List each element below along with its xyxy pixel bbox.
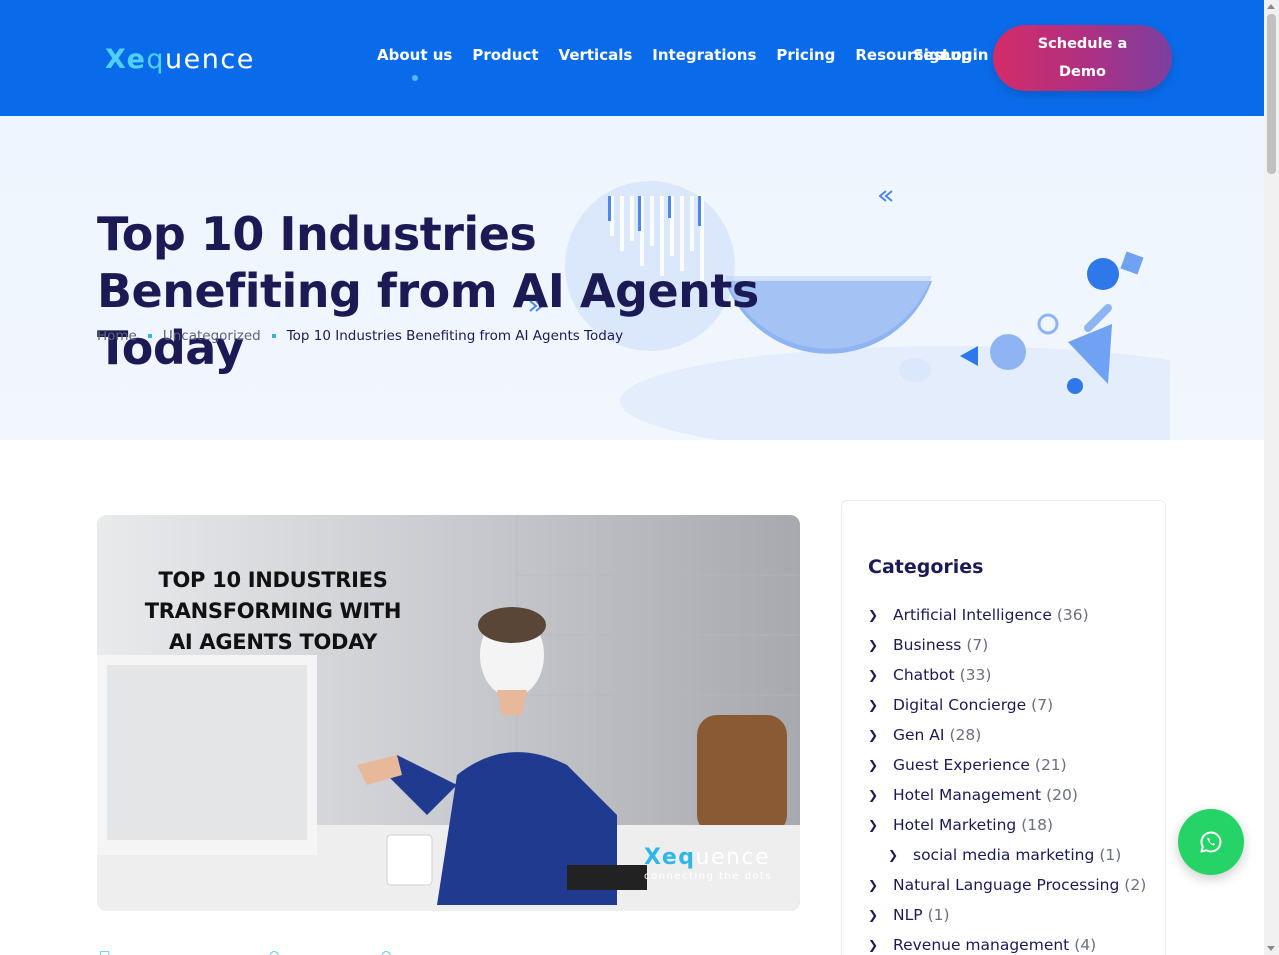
headline-line1: TOP 10 INDUSTRIES (158, 568, 388, 592)
chevron-right-icon: ❯ (888, 848, 899, 862)
featured-image-logo: Xequence (644, 845, 770, 870)
feature-logo-prefix: Xe (644, 845, 679, 870)
chevron-right-icon: ❯ (868, 728, 879, 742)
breadcrumb-home[interactable]: Home (97, 328, 137, 344)
breadcrumb: Home Uncategorized Top 10 Industries Ben… (97, 328, 623, 344)
breadcrumb-category[interactable]: Uncategorized (163, 328, 261, 344)
headline-line2: TRANSFORMING WITH (144, 599, 402, 623)
headline-line3: AI AGENTS TODAY (168, 630, 378, 654)
feature-logo-mid: q (678, 845, 696, 870)
nav-login[interactable]: Login (942, 46, 988, 64)
category-item[interactable]: ❯ Revenue management (4) (868, 930, 1146, 955)
main-nav: About us Product Verticals Integrations … (377, 46, 962, 81)
site-logo[interactable]: Xequence (105, 44, 255, 75)
user-icon: ○ (269, 948, 280, 955)
category-name: Revenue management (893, 936, 1070, 954)
featured-image-tagline: connecting the dots (644, 871, 773, 882)
page-scrollbar[interactable] (1264, 0, 1279, 955)
whatsapp-chat-button[interactable] (1178, 809, 1244, 875)
category-name: Gen AI (893, 726, 945, 744)
category-count: (33) (959, 666, 992, 684)
category-count: (20) (1046, 786, 1078, 804)
scrollbar-thumb[interactable] (1267, 14, 1276, 174)
category-name: Chatbot (893, 666, 955, 684)
category-name: Hotel Marketing (893, 816, 1017, 834)
feature-logo-suffix: uence (695, 845, 771, 870)
category-name: Business (893, 636, 962, 654)
chevron-right-icon: ❯ (868, 878, 879, 892)
category-list: ❯ Artificial Intelligence (36) ❯ Business (7… (868, 600, 1146, 955)
comment-icon: ○ (381, 948, 392, 955)
category-name: Artificial Intelligence (893, 606, 1052, 624)
scroll-down-arrow-icon[interactable] (1267, 946, 1275, 951)
sidebar-title: Categories (868, 556, 984, 578)
category-item[interactable]: ❯ Hotel Management (20) (868, 780, 1146, 810)
category-name: Hotel Management (893, 786, 1042, 804)
nav-pricing[interactable]: Pricing (776, 46, 835, 64)
chevron-right-icon: ❯ (868, 698, 879, 712)
logo-suffix: uence (165, 43, 255, 75)
category-name: social media marketing (913, 846, 1095, 864)
calendar-icon: □ (99, 948, 111, 955)
category-item[interactable]: ❯ Hotel Marketing (18) (868, 810, 1146, 840)
chevron-right-icon: ❯ (868, 908, 879, 922)
category-item[interactable]: ❯ Artificial Intelligence (36) (868, 600, 1146, 630)
category-count: (21) (1034, 756, 1067, 774)
chevron-right-icon: ❯ (868, 668, 879, 682)
category-item[interactable]: ❯ Chatbot (33) (868, 660, 1146, 690)
chevron-right-icon: ❯ (868, 788, 879, 802)
category-name: Digital Concierge (893, 696, 1027, 714)
schedule-demo-button[interactable]: Schedule a Demo (993, 25, 1172, 91)
page-title: Top 10 Industries Benefiting from AI Age… (97, 207, 759, 375)
category-name: Guest Experience (893, 756, 1030, 774)
cta-line1: Schedule a (1037, 36, 1128, 52)
logo-mid: q (146, 43, 166, 75)
breadcrumb-separator (147, 334, 152, 338)
category-item-sub[interactable]: ❯ social media marketing (1) (868, 840, 1146, 870)
category-item[interactable]: ❯ Gen AI (28) (868, 720, 1146, 750)
page-hero: Top 10 Industries Benefiting from AI Age… (0, 116, 1264, 440)
chevron-right-icon: ❯ (868, 608, 879, 622)
logo-prefix: Xe (105, 43, 147, 75)
featured-image-headline: TOP 10 INDUSTRIES TRANSFORMING WITH AI A… (133, 565, 413, 658)
logo-text: Xequence (105, 44, 255, 75)
cta-line2: Demo (1059, 64, 1106, 80)
category-name: NLP (893, 906, 923, 924)
category-count: (7) (1031, 696, 1054, 714)
category-item[interactable]: ❯ NLP (1) (868, 900, 1146, 930)
nav-verticals[interactable]: Verticals (559, 46, 633, 64)
sidebar-categories-widget: Categories ❯ Artificial Intelligence (36) … (841, 500, 1166, 955)
breadcrumb-current: Top 10 Industries Benefiting from AI Age… (286, 328, 624, 344)
category-count: (2) (1124, 876, 1147, 894)
featured-image[interactable]: TOP 10 INDUSTRIES TRANSFORMING WITH AI A… (97, 515, 800, 911)
category-item[interactable]: ❯ Guest Experience (21) (868, 750, 1146, 780)
site-header: Xequence About us Product Verticals Inte… (0, 0, 1264, 116)
category-count: (4) (1074, 936, 1097, 954)
scroll-up-arrow-icon[interactable] (1267, 4, 1275, 9)
category-item[interactable]: ❯ Business (7) (868, 630, 1146, 660)
nav-integrations[interactable]: Integrations (652, 46, 756, 64)
category-count: (7) (966, 636, 989, 654)
category-name: Natural Language Processing (893, 876, 1120, 894)
chevron-right-icon: ❯ (868, 938, 879, 952)
category-count: (28) (949, 726, 982, 744)
whatsapp-icon (1200, 831, 1222, 853)
category-count: (1) (1099, 846, 1122, 864)
category-count: (36) (1056, 606, 1089, 624)
nav-about-us[interactable]: About us (377, 46, 452, 81)
category-item[interactable]: ❯ Natural Language Processing (2) (868, 870, 1146, 900)
breadcrumb-separator (271, 334, 276, 338)
chevron-right-icon: ❯ (868, 818, 879, 832)
category-item[interactable]: ❯ Digital Concierge (7) (868, 690, 1146, 720)
nav-product[interactable]: Product (472, 46, 538, 64)
category-count: (18) (1021, 816, 1054, 834)
category-count: (1) (927, 906, 950, 924)
chevron-right-icon: ❯ (868, 638, 879, 652)
chevron-right-icon: ❯ (868, 758, 879, 772)
